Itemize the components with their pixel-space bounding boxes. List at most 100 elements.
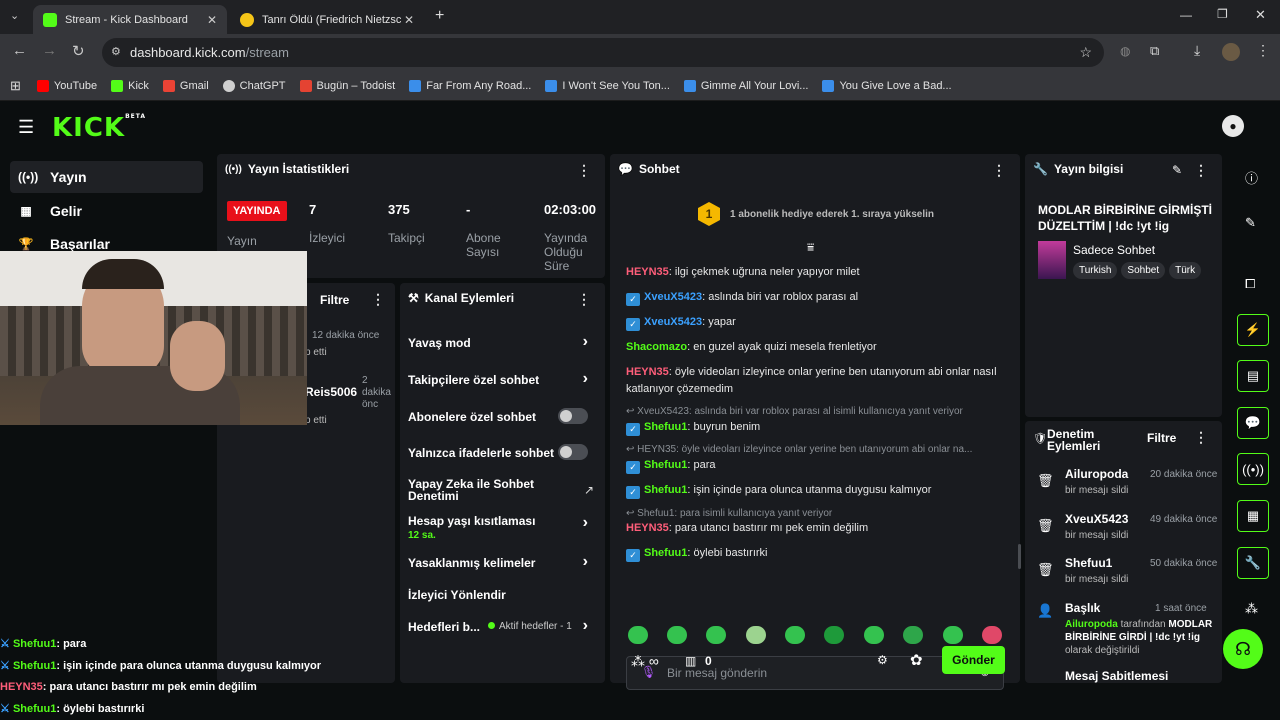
goals-item[interactable]: Hedefleri b... Aktif hedefler - 1 ›	[408, 617, 598, 634]
mod-user[interactable]: XveuX5423	[1065, 512, 1128, 526]
reload-icon[interactable]: ↻	[72, 42, 85, 60]
chat-settings-gear-icon[interactable]: ⚙	[877, 653, 888, 667]
notes-button[interactable]: ▤	[1237, 360, 1269, 392]
edit-pencil-icon[interactable]: ✎	[1245, 215, 1256, 231]
forward-icon[interactable]: →	[42, 42, 57, 59]
tag-chip[interactable]: Sohbet	[1121, 262, 1166, 279]
layout-button[interactable]: ▦	[1237, 500, 1269, 532]
emote-icon[interactable]	[864, 626, 884, 644]
tag-chip[interactable]: Turkish	[1073, 262, 1118, 279]
chat-username[interactable]: Shacomazo	[626, 341, 687, 353]
site-info-icon[interactable]: ⚙	[111, 45, 121, 58]
more-options-icon[interactable]: ⋮	[577, 162, 591, 179]
chat-username[interactable]: Shefuu1	[644, 547, 687, 559]
mod-user[interactable]: Shefuu1	[1065, 556, 1112, 570]
close-window-icon[interactable]: ✕	[1255, 7, 1266, 23]
more-options-icon[interactable]: ⋮	[1194, 429, 1208, 446]
slow-mode-item[interactable]: Yavaş mod ›	[408, 333, 598, 350]
mod-user[interactable]: Ailuropoda	[1065, 467, 1128, 481]
tag-chip[interactable]: Türk	[1169, 262, 1202, 279]
activity-user[interactable]: Reis5006	[305, 385, 357, 399]
bookmark-song-3[interactable]: Gimme All Your Lovi...	[683, 79, 808, 92]
chat-username[interactable]: HEYN35	[626, 266, 669, 278]
bookmark-song-2[interactable]: I Won't See You Ton...	[545, 79, 670, 92]
emote-icon[interactable]	[982, 626, 1002, 644]
more-options-icon[interactable]: ⋮	[371, 291, 385, 308]
close-tab-icon[interactable]: ✕	[404, 13, 414, 27]
extension-icon[interactable]: ◍	[1120, 44, 1130, 58]
emote-icon[interactable]	[746, 626, 766, 644]
tab-kick-dashboard[interactable]: Stream - Kick Dashboard ✕	[33, 5, 227, 34]
emote-icon[interactable]	[943, 626, 963, 644]
quick-actions-button[interactable]: ⚡	[1237, 314, 1269, 346]
category-thumbnail[interactable]	[1038, 241, 1066, 279]
pinned-toggle-icon[interactable]: ⩸	[807, 240, 814, 255]
new-tab-icon[interactable]: +	[435, 7, 444, 25]
sidebar-item-gelir[interactable]: ▦ Gelir	[10, 195, 203, 227]
category-name[interactable]: Sadece Sohbet	[1073, 243, 1155, 257]
menu-dots-icon[interactable]: ⋮	[1256, 42, 1270, 59]
minimize-icon[interactable]: —	[1180, 8, 1192, 22]
broadcast-button[interactable]: ((•))	[1237, 453, 1269, 485]
emote-icon[interactable]	[706, 626, 726, 644]
more-options-icon[interactable]: ⋮	[992, 162, 1006, 179]
channel-points-icon[interactable]: ⁂ ∞	[631, 653, 659, 670]
chat-username[interactable]: XveuX5423	[644, 291, 702, 303]
more-options-icon[interactable]: ⋮	[577, 291, 591, 308]
chat-username[interactable]: Shefuu1	[644, 484, 687, 496]
bookmark-song-1[interactable]: Far From Any Road...	[409, 79, 531, 92]
chat-username[interactable]: Shefuu1	[644, 421, 687, 433]
emote-icon[interactable]	[824, 626, 844, 644]
url-field[interactable]: ⚙ dashboard.kick.com/stream ☆	[102, 38, 1104, 67]
host-viewers-item[interactable]: İzleyici Yönlendir	[408, 588, 598, 602]
close-tab-icon[interactable]: ✕	[207, 13, 217, 27]
emotes-only-toggle[interactable]	[558, 444, 588, 460]
emote-icon[interactable]	[667, 626, 687, 644]
apps-grid-icon[interactable]: ⊞	[10, 78, 21, 94]
kick-coin-icon[interactable]: ✿	[910, 651, 923, 669]
chat-toggle-button[interactable]: 💬	[1237, 407, 1269, 439]
chat-scrollbar[interactable]	[1018, 544, 1021, 569]
download-icon[interactable]: ⤓	[1194, 42, 1200, 59]
edit-pencil-icon[interactable]: ✎	[1172, 163, 1182, 177]
bookmark-todoist[interactable]: Bugün – Todoist	[299, 79, 395, 92]
more-options-icon[interactable]: ⋮	[1194, 162, 1208, 179]
bookmark-star-icon[interactable]: ☆	[1079, 44, 1092, 61]
send-button[interactable]: Gönder	[942, 646, 1005, 674]
tab-search-icon[interactable]: ⌄	[10, 9, 19, 22]
tab-nietzsche[interactable]: Tanrı Öldü (Friedrich Nietzsche) ✕	[230, 5, 424, 34]
restore-icon[interactable]: ❐	[1217, 7, 1228, 21]
tools-button[interactable]: 🔧	[1237, 547, 1269, 579]
filter-button[interactable]: Filtre	[320, 293, 349, 307]
info-icon[interactable]: ⓘ	[1245, 168, 1258, 187]
screenshot-icon[interactable]: ⧠	[1245, 276, 1255, 292]
kick-logo[interactable]: KICKBETA	[52, 113, 146, 143]
bookmark-youtube[interactable]: YouTube	[36, 79, 97, 92]
gift-icon[interactable]: ▥	[685, 654, 696, 668]
chat-username[interactable]: Shefuu1	[644, 459, 687, 471]
filter-button[interactable]: Filtre	[1147, 431, 1176, 445]
user-avatar-icon[interactable]: ●	[1222, 115, 1244, 137]
emote-icon[interactable]	[628, 626, 648, 644]
subscribers-only-toggle[interactable]	[558, 408, 588, 424]
back-icon[interactable]: ←	[12, 42, 27, 59]
support-headset-button[interactable]: ☊	[1223, 629, 1263, 669]
ai-moderation-item[interactable]: Yapay Zeka ile Sohbet Denetimi	[408, 478, 558, 502]
profile-avatar[interactable]	[1222, 43, 1240, 61]
hamburger-menu-icon[interactable]: ☰	[18, 117, 34, 138]
external-link-icon[interactable]: ↗	[584, 483, 594, 497]
emote-icon[interactable]	[785, 626, 805, 644]
sidebar-item-yayin[interactable]: ((•)) Yayın	[10, 161, 203, 193]
chat-username[interactable]: HEYN35	[626, 522, 669, 534]
mod-user[interactable]: Ailuropoda	[1065, 619, 1118, 630]
bookmark-gmail[interactable]: Gmail	[162, 79, 209, 92]
bookmark-chatgpt[interactable]: ChatGPT	[222, 79, 286, 92]
emote-icon[interactable]	[903, 626, 923, 644]
gift-leaderboard-banner[interactable]: 1 1 abonelik hediye ederek 1. sıraya yük…	[698, 202, 934, 226]
extensions-puzzle-icon[interactable]: ⧉	[1150, 43, 1159, 59]
banned-words-item[interactable]: Yasaklanmış kelimeler ›	[408, 553, 598, 570]
bookmark-kick[interactable]: Kick	[111, 79, 149, 92]
followers-only-item[interactable]: Takipçilere özel sohbet ›	[408, 370, 598, 387]
chat-username[interactable]: HEYN35	[626, 366, 669, 378]
points-icon[interactable]: ⁂	[1245, 601, 1258, 617]
